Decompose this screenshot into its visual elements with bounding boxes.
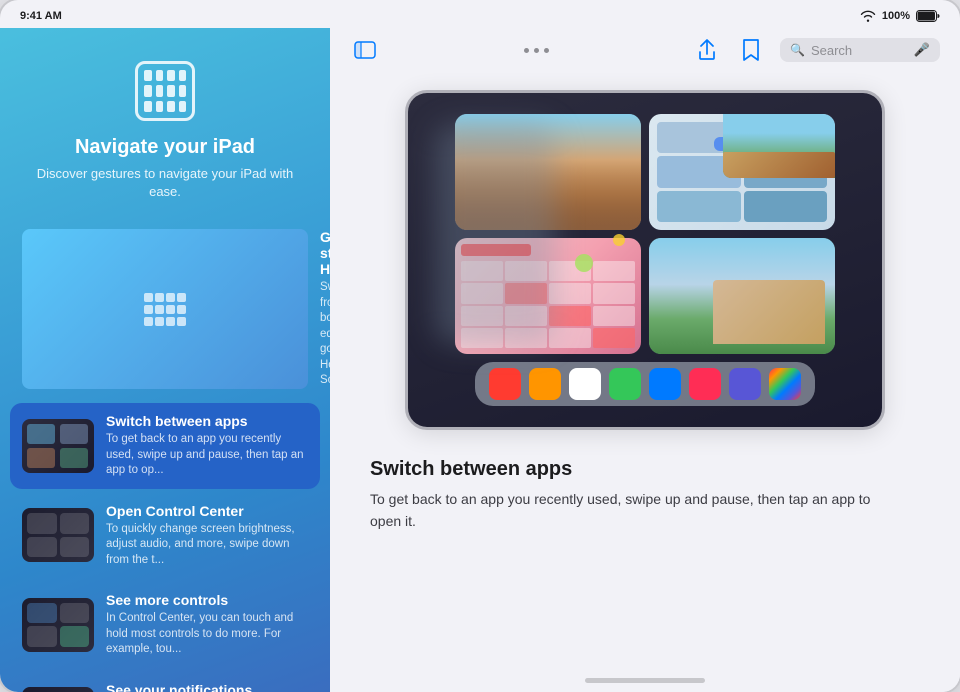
article-body: To get back to an app you recently used,… (370, 489, 890, 532)
article-content: Switch between apps To get back to an ap… (330, 70, 960, 668)
grid-dot (167, 101, 175, 112)
dock-icon-7 (729, 368, 761, 400)
dock-icon-3 (569, 368, 601, 400)
sidebar-item-text-control: Open Control Center To quickly change sc… (106, 503, 308, 569)
sidebar-icon-wrapper (130, 56, 200, 126)
thumbnail-control-center (22, 508, 94, 562)
grid-dot (144, 70, 152, 81)
toolbar-dot-2 (534, 48, 539, 53)
grid-dot (167, 70, 175, 81)
ipad-frame: 9:41 AM 100% (0, 0, 960, 692)
dock-icon-8 (769, 368, 801, 400)
sidebar-item-title-notif: See your notifications (106, 682, 308, 692)
share-button[interactable] (692, 36, 722, 64)
sidebar: Navigate your iPad Discover gestures to … (0, 28, 330, 692)
ipad-mockup-screen (408, 93, 882, 427)
search-icon: 🔍 (790, 43, 805, 57)
sidebar-item-title-control: Open Control Center (106, 503, 308, 519)
sidebar-title: Navigate your iPad (75, 136, 255, 159)
sidebar-item-text-home: Go straight Home Swipe up from the botto… (320, 229, 330, 389)
grid-dot (144, 101, 152, 112)
sidebar-item-switch-apps[interactable]: Switch between apps To get back to an ap… (10, 403, 320, 489)
search-placeholder: Search (811, 43, 908, 58)
sidebar-item-notifications[interactable]: See your notifications To see a list of … (10, 672, 320, 692)
sidebar-item-title-home: Go straight Home (320, 229, 330, 277)
home-bar (585, 678, 705, 683)
grid-dot (156, 101, 164, 112)
grid-dot (179, 70, 187, 81)
sidebar-item-desc-home: Swipe up from the bottom edge to go to t… (320, 280, 330, 389)
home-indicator (330, 668, 960, 692)
grid-dot (156, 85, 164, 96)
switcher-card-3 (455, 238, 641, 354)
calendar-card (455, 238, 641, 354)
search-bar[interactable]: 🔍 Search 🎤 (780, 38, 940, 62)
toolbar: 🔍 Search 🎤 (330, 28, 960, 70)
main-layout: Navigate your iPad Discover gestures to … (0, 28, 960, 692)
canyon-image (455, 114, 641, 230)
article-title: Switch between apps (370, 458, 890, 481)
microphone-icon[interactable]: 🎤 (914, 42, 930, 58)
thumbnail-go-straight-home (22, 229, 308, 389)
dock-icon-2 (529, 368, 561, 400)
toolbar-dot-3 (544, 48, 549, 53)
sidebar-toggle-button[interactable] (350, 36, 380, 64)
thumbnail-switch-apps (22, 419, 94, 473)
sidebar-subtitle: Discover gestures to navigate your iPad … (20, 165, 310, 201)
sidebar-item-text-notif: See your notifications To see a list of … (106, 682, 308, 692)
status-right: 100% (860, 10, 940, 22)
toolbar-right: 🔍 Search 🎤 (692, 36, 940, 64)
ipad-dock (475, 362, 815, 406)
dock-icon-6 (689, 368, 721, 400)
status-bar: 9:41 AM 100% (0, 0, 960, 28)
grid-dot (179, 85, 187, 96)
thumbnail-more-controls (22, 598, 94, 652)
toolbar-dot-1 (524, 48, 529, 53)
sidebar-toggle-icon (354, 41, 376, 59)
battery-icon (916, 10, 940, 22)
toolbar-dots (524, 48, 549, 53)
switcher-card-2 (649, 114, 835, 230)
sidebar-item-title-more: See more controls (106, 592, 308, 608)
sidebar-item-desc-switch: To get back to an app you recently used,… (106, 432, 308, 479)
grid-dot (144, 85, 152, 96)
share-icon (697, 39, 717, 61)
sidebar-item-control-center[interactable]: Open Control Center To quickly change sc… (10, 493, 320, 579)
status-time: 9:41 AM (20, 10, 62, 22)
sidebar-item-more-controls[interactable]: See more controls In Control Center, you… (10, 582, 320, 668)
thumbnail-notifications (22, 687, 94, 692)
switcher-card-1 (455, 114, 641, 230)
sidebar-item-title-switch: Switch between apps (106, 413, 308, 429)
dock-icon-1 (489, 368, 521, 400)
sidebar-item-desc-more: In Control Center, you can touch and hol… (106, 611, 308, 658)
arch-building (713, 280, 825, 344)
ipad-mockup (405, 90, 885, 430)
sidebar-item-desc-control: To quickly change screen brightness, adj… (106, 522, 308, 569)
bookmark-button[interactable] (736, 36, 766, 64)
article-area: 🔍 Search 🎤 (330, 28, 960, 692)
sidebar-item-text-switch: Switch between apps To get back to an ap… (106, 413, 308, 479)
battery-percent: 100% (882, 10, 910, 22)
grid-dot (167, 85, 175, 96)
sidebar-item-text-more: See more controls In Control Center, you… (106, 592, 308, 658)
grid-dot (179, 101, 187, 112)
grid-dot (156, 70, 164, 81)
wifi-icon (860, 10, 876, 22)
cal-header (461, 244, 531, 256)
dock-icon-4 (609, 368, 641, 400)
app-switcher-grid (455, 114, 835, 354)
sidebar-header: Navigate your iPad Discover gestures to … (0, 28, 330, 219)
switcher-card-4 (649, 238, 835, 354)
bookmark-icon (743, 39, 759, 61)
arch-card (649, 238, 835, 354)
sidebar-list: Go straight Home Swipe up from the botto… (0, 219, 330, 692)
dock-icon-5 (649, 368, 681, 400)
grid-icon (135, 61, 195, 121)
sidebar-item-go-straight-home[interactable]: Go straight Home Swipe up from the botto… (10, 219, 320, 399)
